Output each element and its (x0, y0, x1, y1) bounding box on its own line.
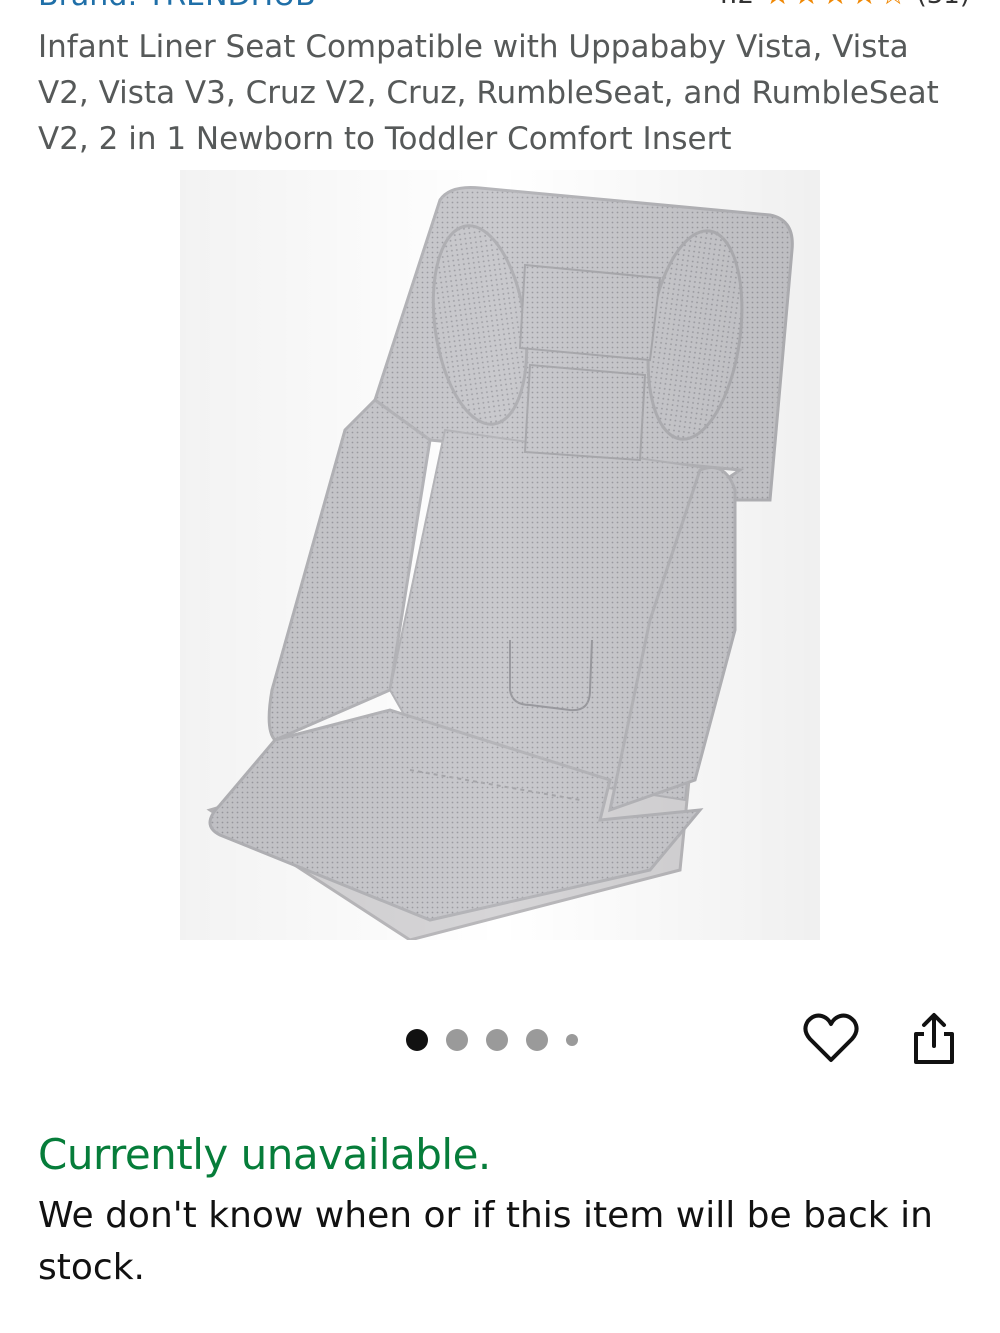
top-row: Brand: TRENDHUB 4.2 ★ ★ ★ ★ ☆ (31) (0, 0, 1000, 18)
star-full-icon: ★ (764, 0, 791, 10)
product-title: Infant Liner Seat Compatible with Uppaba… (38, 29, 939, 157)
star-full-icon: ★ (822, 0, 849, 10)
carousel-dot-2[interactable] (446, 1029, 468, 1051)
infant-seat-liner-photo (180, 170, 820, 940)
carousel-dot-3[interactable] (486, 1029, 508, 1051)
star-empty-icon: ☆ (880, 0, 907, 10)
star-full-icon: ★ (793, 0, 820, 10)
share-icon (914, 1013, 954, 1064)
carousel-dots[interactable] (406, 1028, 596, 1052)
carousel-dot-1[interactable] (406, 1029, 428, 1051)
rating-group[interactable]: 4.2 ★ ★ ★ ★ ☆ (31) (713, 0, 970, 10)
carousel-dot-5[interactable] (566, 1034, 578, 1046)
product-image[interactable] (180, 170, 820, 940)
rating-stars: ★ ★ ★ ★ ☆ (764, 0, 907, 10)
rating-value: 4.2 (713, 0, 754, 10)
stock-note: We don't know when or if this item will … (38, 1195, 933, 1288)
share-button[interactable] (905, 1010, 963, 1068)
star-full-icon: ★ (851, 0, 878, 10)
carousel-dot-4[interactable] (526, 1029, 548, 1051)
review-count[interactable]: (31) (917, 0, 970, 10)
brand-link[interactable]: Brand: TRENDHUB (38, 0, 316, 13)
heart-icon (803, 1013, 859, 1062)
wishlist-button[interactable] (802, 1010, 860, 1068)
availability-status: Currently unavailable. (38, 1130, 491, 1179)
